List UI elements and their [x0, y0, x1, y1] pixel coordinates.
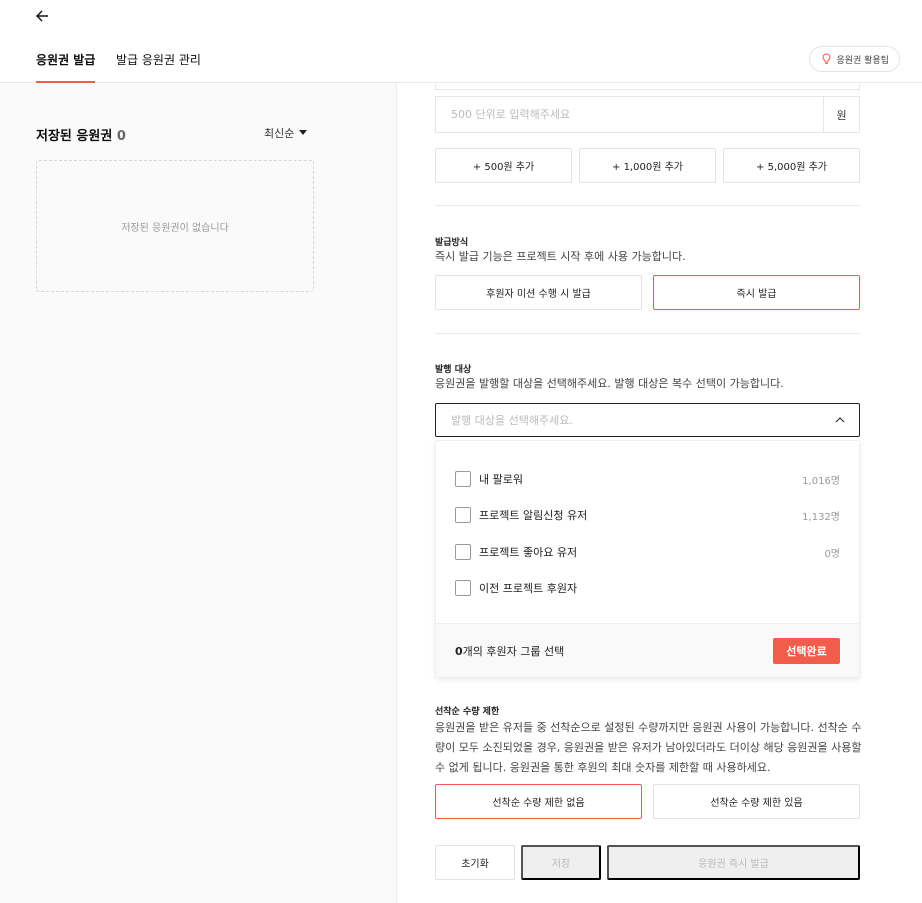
tab-manage-coupons[interactable]: 발급 응원권 관리: [116, 51, 201, 83]
sort-label: 최신순: [264, 127, 295, 140]
selected-group-count: 0개의 후원자 그룹 선택: [455, 643, 564, 659]
checkbox[interactable]: [455, 471, 471, 487]
limit-options: 선착순 수량 제한 없음 선착순 수량 제한 있음: [435, 784, 860, 819]
checkbox[interactable]: [455, 544, 471, 560]
target-select-placeholder: 발행 대상을 선택해주세요.: [451, 414, 573, 427]
option-count: 1,132명: [802, 511, 840, 523]
dropdown-footer: 0개의 후원자 그룹 선택 선택완료: [436, 623, 859, 677]
option-label: 내 팔로워: [479, 473, 523, 486]
limit-enabled-option[interactable]: 선착순 수량 제한 있음: [653, 784, 860, 819]
add-5000-button[interactable]: + 5,000원 추가: [723, 148, 860, 183]
target-desc: 응원권을 발행할 대상을 선택해주세요. 발행 대상은 복수 선택이 가능합니다…: [435, 377, 784, 390]
method-mission-option[interactable]: 후원자 미션 수행 시 발급: [435, 275, 642, 310]
coupon-tip-label: 응원권 활용팁: [836, 55, 889, 66]
selected-count-number: 0: [455, 644, 463, 658]
add-1000-button[interactable]: + 1,000원 추가: [579, 148, 716, 183]
issue-now-button[interactable]: 응원권 즉시 발급: [607, 845, 860, 880]
chevron-up-icon: [835, 417, 845, 423]
amount-input[interactable]: [436, 97, 823, 132]
previous-field-edge: [435, 84, 860, 90]
option-label: 프로젝트 알림신청 유저: [479, 509, 588, 522]
saved-coupons-count: 0: [116, 129, 126, 144]
select-done-button[interactable]: 선택완료: [773, 637, 840, 664]
coupon-tip-button[interactable]: 응원권 활용팁: [809, 46, 900, 72]
divider: [435, 205, 860, 206]
action-buttons: 초기화 저장 응원권 즉시 발급: [435, 845, 860, 880]
saved-coupons-title: 저장된 응원권 0: [36, 125, 126, 144]
option-label: 이전 프로젝트 후원자: [479, 582, 578, 595]
amount-unit: 원: [823, 97, 859, 132]
limit-desc: 응원권을 받은 유저들 중 선착순으로 설정된 수량까지만 응원권 사용이 가능…: [435, 721, 862, 774]
add-500-button[interactable]: + 500원 추가: [435, 148, 572, 183]
target-option-notify-users[interactable]: 프로젝트 알림신청 유저 1,132명: [455, 505, 840, 525]
empty-state-text: 저장된 응원권이 없습니다: [121, 222, 229, 234]
issue-method-desc: 즉시 발급 기능은 프로젝트 시작 후에 사용 가능합니다.: [435, 250, 686, 263]
lightbulb-icon: [823, 53, 831, 64]
limit-label: 선착순 수량 제한: [435, 707, 500, 717]
target-dropdown: 내 팔로워 1,016명 프로젝트 알림신청 유저 1,132명 프로젝트 좋아…: [435, 440, 860, 678]
target-option-past-backers[interactable]: 이전 프로젝트 후원자: [455, 578, 840, 598]
checkbox[interactable]: [455, 580, 471, 596]
divider: [435, 333, 860, 334]
limit-none-option[interactable]: 선착순 수량 제한 없음: [435, 784, 642, 819]
method-instant-option[interactable]: 즉시 발급: [653, 275, 860, 310]
target-option-followers[interactable]: 내 팔로워 1,016명: [455, 469, 840, 489]
tab-issue-coupon[interactable]: 응원권 발급: [36, 51, 96, 83]
back-button[interactable]: [33, 7, 51, 25]
empty-state: 저장된 응원권이 없습니다: [36, 160, 314, 292]
saved-coupons-panel: 저장된 응원권 0 최신순 저장된 응원권이 없습니다: [0, 84, 397, 903]
sort-dropdown[interactable]: 최신순: [264, 125, 308, 141]
save-button[interactable]: 저장: [521, 845, 601, 880]
add-amount-buttons: + 500원 추가 + 1,000원 추가 + 5,000원 추가: [435, 148, 860, 183]
target-select[interactable]: 발행 대상을 선택해주세요.: [435, 403, 860, 437]
checkbox[interactable]: [455, 507, 471, 523]
option-label: 프로젝트 좋아요 유저: [479, 546, 578, 559]
option-count: 1,016명: [802, 475, 840, 487]
option-count: 0명: [824, 548, 840, 560]
target-option-like-users[interactable]: 프로젝트 좋아요 유저 0명: [455, 542, 840, 562]
reset-button[interactable]: 초기화: [435, 845, 515, 880]
saved-coupons-label: 저장된 응원권: [36, 129, 113, 144]
top-bar: 응원권 발급 발급 응원권 관리 응원권 활용팁: [0, 0, 922, 83]
amount-field[interactable]: 원: [435, 96, 860, 133]
arrow-left-icon: [35, 10, 48, 22]
selected-count-suffix: 개의 후원자 그룹 선택: [462, 644, 565, 658]
issue-method-options: 후원자 미션 수행 시 발급 즉시 발급: [435, 275, 860, 310]
caret-down-icon: [299, 130, 308, 135]
